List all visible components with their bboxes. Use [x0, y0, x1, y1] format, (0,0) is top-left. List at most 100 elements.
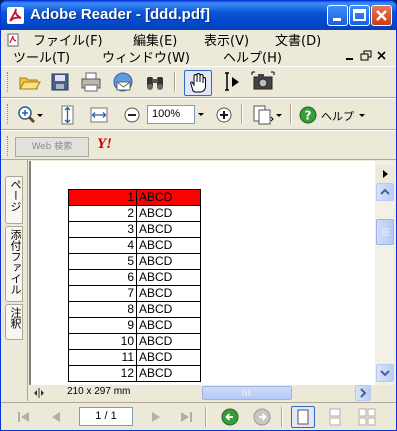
continuous-page-icon[interactable]	[326, 408, 344, 426]
zoom-out-icon[interactable]	[120, 103, 144, 127]
vertical-scrollbar[interactable]	[375, 161, 395, 385]
row-text-cell: ABCD	[136, 189, 201, 206]
tab-comments-label: 注釈	[9, 307, 22, 329]
toolbar-separator	[205, 407, 207, 427]
chevron-right-icon	[360, 388, 367, 398]
page-layout-icon[interactable]	[250, 103, 274, 127]
tab-comments[interactable]: 注釈	[5, 304, 23, 340]
chevron-up-icon	[380, 188, 390, 195]
row-text-cell: ABCD	[136, 349, 201, 366]
table-row: 1 ABCD	[68, 189, 201, 206]
page-size-label: 210 x 297 mm	[67, 386, 131, 397]
row-number-cell: 2	[68, 205, 137, 222]
hand-tool-icon	[190, 72, 206, 93]
search-binoculars-icon[interactable]	[143, 70, 167, 94]
adobe-reader-icon[interactable]	[7, 7, 24, 24]
window-title: Adobe Reader - [ddd.pdf]	[30, 6, 210, 23]
table-row: 6 ABCD	[68, 269, 201, 286]
row-text-cell: ABCD	[136, 333, 201, 350]
menu-help[interactable]: ヘルプ(H)	[223, 47, 282, 66]
toolbar-separator	[290, 104, 292, 124]
text-select-icon[interactable]	[219, 70, 243, 94]
row-number-cell: 7	[68, 285, 137, 302]
web-search-button[interactable]: Web 検索	[15, 137, 89, 157]
close-button[interactable]	[371, 5, 392, 26]
next-page-icon[interactable]	[147, 408, 165, 426]
first-page-icon[interactable]	[15, 408, 33, 426]
go-forward-icon[interactable]	[253, 408, 271, 426]
row-number-cell: 10	[68, 333, 137, 350]
row-text-cell: ABCD	[136, 301, 201, 318]
document-view[interactable]: 1 ABCD 2 ABCD 3 ABCD 4 ABCD 5 ABCD 6 ABCD 7 ABCD 8 ABCD…	[29, 161, 375, 385]
table-row: 7 ABCD	[68, 285, 201, 302]
row-text-cell: ABCD	[136, 285, 201, 302]
row-text-cell: ABCD	[136, 205, 201, 222]
table-row: 4 ABCD	[68, 237, 201, 254]
yahoo-logo[interactable]: Y!	[97, 136, 112, 153]
menu-document[interactable]: 文書(D)	[275, 30, 321, 49]
help-icon: ?	[299, 106, 317, 124]
mdi-close-button[interactable]	[375, 49, 389, 63]
maximize-button[interactable]	[349, 5, 370, 26]
open-folder-icon[interactable]	[17, 70, 41, 94]
pdf-page: 1 ABCD 2 ABCD 3 ABCD 4 ABCD 5 ABCD 6 ABCD 7 ABCD 8 ABCD…	[31, 161, 375, 385]
chevron-down-icon	[359, 114, 365, 117]
row-number-cell: 11	[68, 349, 137, 366]
triangle-right-icon	[383, 170, 388, 178]
scroll-right-button[interactable]	[355, 385, 371, 401]
menu-tools[interactable]: ツール(T)	[13, 47, 70, 66]
toolbar-grip[interactable]	[7, 72, 10, 92]
print-icon[interactable]	[79, 70, 103, 94]
page-layout-dropdown-icon[interactable]	[274, 103, 284, 127]
save-disk-icon[interactable]	[48, 70, 72, 94]
email-icon[interactable]	[111, 70, 135, 94]
hand-tool-button[interactable]	[184, 70, 212, 96]
scroll-up-button[interactable]	[376, 183, 394, 201]
mdi-restore-button[interactable]	[359, 49, 373, 63]
chevron-down-icon	[380, 370, 390, 377]
menu-window[interactable]: ウィンドウ(W)	[102, 47, 190, 66]
spreadsheet-table: 1 ABCD 2 ABCD 3 ABCD 4 ABCD 5 ABCD 6 ABCD 7 ABCD 8 ABCD…	[68, 189, 201, 382]
page-navigation-bar: 1 / 1	[1, 402, 396, 430]
menu-bar: ファイル(F) 編集(E) 表示(V) 文書(D) ツール(T) ウィンドウ(W…	[1, 30, 396, 66]
row-number-cell: 3	[68, 221, 137, 238]
minimize-button[interactable]	[327, 5, 348, 26]
tab-pages[interactable]: ページ	[5, 176, 23, 224]
document-menu-icon[interactable]	[7, 33, 21, 47]
row-text-cell: ABCD	[136, 365, 201, 382]
row-text-cell: ABCD	[136, 269, 201, 286]
tab-attachments[interactable]: 添付ファイル	[5, 226, 23, 302]
zoom-dropdown-button[interactable]	[195, 105, 207, 124]
tab-pages-label: ページ	[9, 179, 22, 212]
go-back-icon[interactable]	[221, 408, 239, 426]
single-page-button[interactable]	[291, 406, 315, 428]
zoom-level-input[interactable]: 100%	[147, 105, 195, 124]
row-number-cell: 12	[68, 365, 137, 382]
page-arrow-right-button[interactable]	[376, 165, 394, 183]
fit-width-icon[interactable]	[87, 103, 111, 127]
title-bar[interactable]: Adobe Reader - [ddd.pdf]	[1, 1, 396, 30]
last-page-icon[interactable]	[177, 408, 195, 426]
mdi-minimize-button[interactable]	[343, 49, 357, 63]
zoom-in-icon[interactable]	[212, 103, 236, 127]
row-text-cell: ABCD	[136, 237, 201, 254]
facing-pages-icon[interactable]	[358, 408, 376, 426]
snapshot-camera-icon[interactable]	[251, 70, 275, 94]
scroll-down-button[interactable]	[376, 364, 394, 382]
horizontal-scroll-thumb[interactable]	[202, 386, 292, 400]
split-handle-icon[interactable]	[33, 387, 45, 399]
table-row: 3 ABCD	[68, 221, 201, 238]
toolbar-grip[interactable]	[7, 104, 10, 124]
fit-page-icon[interactable]	[55, 103, 79, 127]
row-number-cell: 5	[68, 253, 137, 270]
svg-text:?: ?	[305, 109, 312, 123]
table-row: 2 ABCD	[68, 205, 201, 222]
toolbar-grip[interactable]	[7, 136, 10, 156]
zoom-toolbar: 100% ? ヘルプ	[1, 98, 396, 130]
navigation-pane: ページ 添付ファイル 注釈	[1, 160, 28, 401]
vertical-scroll-thumb[interactable]	[376, 219, 394, 245]
previous-page-icon[interactable]	[47, 408, 65, 426]
search-toolbar: Web 検索 Y!	[1, 130, 396, 160]
page-number-input[interactable]: 1 / 1	[79, 407, 133, 426]
zoom-tool-dropdown-icon[interactable]	[35, 103, 45, 127]
